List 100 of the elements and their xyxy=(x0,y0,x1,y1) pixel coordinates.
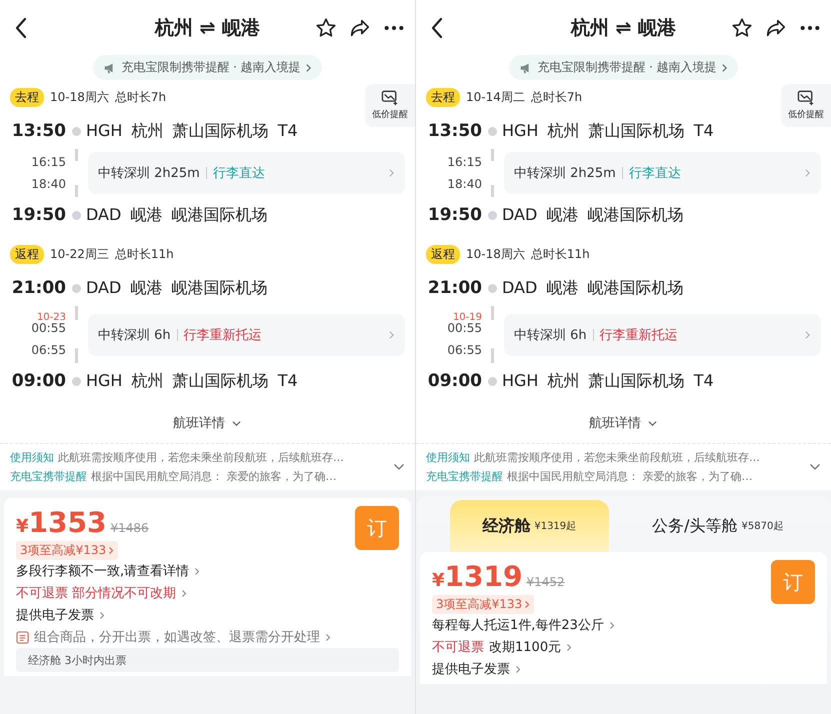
transfer-card[interactable]: 中转深圳 2h25m 行李直达 xyxy=(88,152,405,194)
transfer-departure-time: 06:55 xyxy=(447,343,482,357)
departure-time: 21:00 xyxy=(10,277,66,300)
note-text: 根据中国民用航空局消息： 亲爱的旅客，为了确… xyxy=(91,469,336,484)
expand-icon[interactable] xyxy=(393,463,405,471)
timeline-dot xyxy=(72,376,80,386)
note-label: 使用须知 xyxy=(426,450,470,465)
fare-condition[interactable]: 多段行李额不一致,请查看详情 xyxy=(16,562,190,580)
timeline-dot xyxy=(72,284,80,292)
star-icon[interactable] xyxy=(315,16,337,38)
timeline-dot xyxy=(488,376,496,386)
fare-condition[interactable]: 提供电子发票 xyxy=(432,660,510,678)
trip-date: 10-18周六 xyxy=(50,89,109,106)
fare-condition[interactable]: 提供电子发票 xyxy=(16,606,94,624)
next-day-date: 10-19 xyxy=(452,312,482,323)
chart-alert-icon xyxy=(381,90,399,106)
timeline-dot xyxy=(488,126,496,136)
flight-details-link[interactable]: 航班详情 xyxy=(583,413,664,433)
fare-price: ¥1319 xyxy=(432,560,522,593)
departure-time: 21:00 xyxy=(426,277,482,300)
transfer-info: 中转深圳 6h xyxy=(98,326,171,344)
timeline-line xyxy=(74,149,78,197)
notice-text: 充电宝限制携带提醒 · 越南入境提 xyxy=(537,59,717,76)
chevron-icon xyxy=(804,168,811,178)
trip-badge: 去程 xyxy=(10,88,44,107)
baggage-status: 行李重新托运 xyxy=(184,326,262,344)
price-alert-button[interactable]: 低价提醒 xyxy=(781,84,831,127)
timeline-dot xyxy=(72,210,80,220)
trip-badge: 去程 xyxy=(426,88,460,107)
trip-date: 10-22周三 xyxy=(50,246,109,263)
star-icon[interactable] xyxy=(731,16,753,38)
chevron-icon xyxy=(304,62,312,72)
note-label: 充电宝携带提醒 xyxy=(10,469,87,484)
fare-condition[interactable]: 每程每人托运1件,每件23公斤 xyxy=(432,616,604,634)
timeline-dot xyxy=(72,126,80,136)
chevron-down-icon xyxy=(231,420,242,426)
timeline-dot xyxy=(488,210,496,220)
transfer-arrival-time: 00:55 xyxy=(31,321,66,335)
note-label: 使用须知 xyxy=(10,450,54,465)
back-icon[interactable] xyxy=(430,16,444,38)
trip-duration: 总时长11h xyxy=(530,246,590,263)
trip-date: 10-14周二 xyxy=(466,89,525,106)
transfer-card[interactable]: 中转深圳 2h25m 行李直达 xyxy=(504,152,821,194)
baggage-status: 行李重新托运 xyxy=(600,326,678,344)
transfer-arrival-time: 16:15 xyxy=(447,155,482,169)
chevron-icon xyxy=(99,610,105,620)
chevron-icon xyxy=(608,620,615,630)
cabin-tab[interactable]: 经济舱 ¥1319起 xyxy=(450,500,608,552)
airport-name: DAD 岘港 岘港国际机场 xyxy=(86,278,268,298)
transfer-info: 中转深圳 6h xyxy=(514,326,587,344)
trip-badge: 返程 xyxy=(10,245,44,264)
original-price: ¥1452 xyxy=(526,575,565,589)
chevron-icon xyxy=(181,588,188,598)
chevron-icon xyxy=(108,546,114,555)
cabin-tab[interactable]: 公务/头等舱 ¥5870起 xyxy=(638,500,797,552)
expand-icon[interactable] xyxy=(809,463,821,471)
chevron-icon xyxy=(325,632,331,642)
trip-duration: 总时长7h xyxy=(530,89,582,106)
note-text: 此航班需按顺序使用，若您未乘坐前段航班，后续航班存… xyxy=(58,450,344,465)
back-icon[interactable] xyxy=(14,16,28,38)
airport-name: HGH 杭州 萧山国际机场 T4 xyxy=(502,370,715,392)
next-day-date: 10-23 xyxy=(36,312,66,323)
fare-condition[interactable]: 组合商品，分开出票，如遇改签、退票需分开处理 xyxy=(34,628,320,646)
chart-alert-icon xyxy=(797,90,815,106)
transfer-info: 中转深圳 2h25m xyxy=(514,165,616,182)
transfer-arrival-time: 16:15 xyxy=(31,155,66,169)
flight-details-link[interactable]: 航班详情 xyxy=(167,413,248,433)
transfer-departure-time: 18:40 xyxy=(31,177,66,191)
airport-name: DAD 岘港 岘港国际机场 xyxy=(502,204,684,226)
baggage-status: 行李直达 xyxy=(212,165,265,182)
chevron-icon xyxy=(804,330,811,340)
notice-banner[interactable]: 充电宝限制携带提醒 · 越南入境提 xyxy=(509,55,738,80)
chevron-icon xyxy=(524,600,530,609)
transfer-card[interactable]: 中转深圳 6h 行李重新托运 xyxy=(88,314,405,356)
trip-date: 10-18周六 xyxy=(466,246,525,263)
chevron-icon xyxy=(388,168,395,178)
fare-condition[interactable]: 不可退票 xyxy=(432,638,484,656)
departure-time: 13:50 xyxy=(10,120,66,143)
airport-name: HGH 杭州 萧山国际机场 T4 xyxy=(86,120,299,142)
chevron-down-icon xyxy=(647,420,658,426)
airport-name: DAD 岘港 岘港国际机场 xyxy=(502,278,684,298)
timeline-dot xyxy=(488,284,496,292)
transfer-departure-time: 06:55 xyxy=(31,343,66,357)
note-text: 根据中国民用航空局消息： 亲爱的旅客，为了确… xyxy=(507,469,752,484)
original-price: ¥1486 xyxy=(110,521,149,535)
chevron-icon xyxy=(720,62,728,72)
fare-condition[interactable]: 不可退票 部分情况不可改期 xyxy=(16,584,176,602)
chevron-icon xyxy=(515,664,521,674)
chevron-icon xyxy=(194,566,200,576)
airport-name: HGH 杭州 萧山国际机场 T4 xyxy=(502,120,715,142)
chevron-icon xyxy=(566,642,572,652)
notice-banner[interactable]: 充电宝限制携带提醒 · 越南入境提 xyxy=(93,55,322,80)
fare-condition[interactable]: 改期1100元 xyxy=(489,638,562,656)
chevron-icon xyxy=(388,330,395,340)
route-title: 杭州 ⇌ 岘港 xyxy=(154,16,262,40)
arrival-time: 09:00 xyxy=(426,370,482,393)
timeline-line xyxy=(490,306,494,363)
price-alert-button[interactable]: 低价提醒 xyxy=(365,84,415,127)
list-icon xyxy=(16,630,29,644)
transfer-card[interactable]: 中转深圳 6h 行李重新托运 xyxy=(504,314,821,356)
